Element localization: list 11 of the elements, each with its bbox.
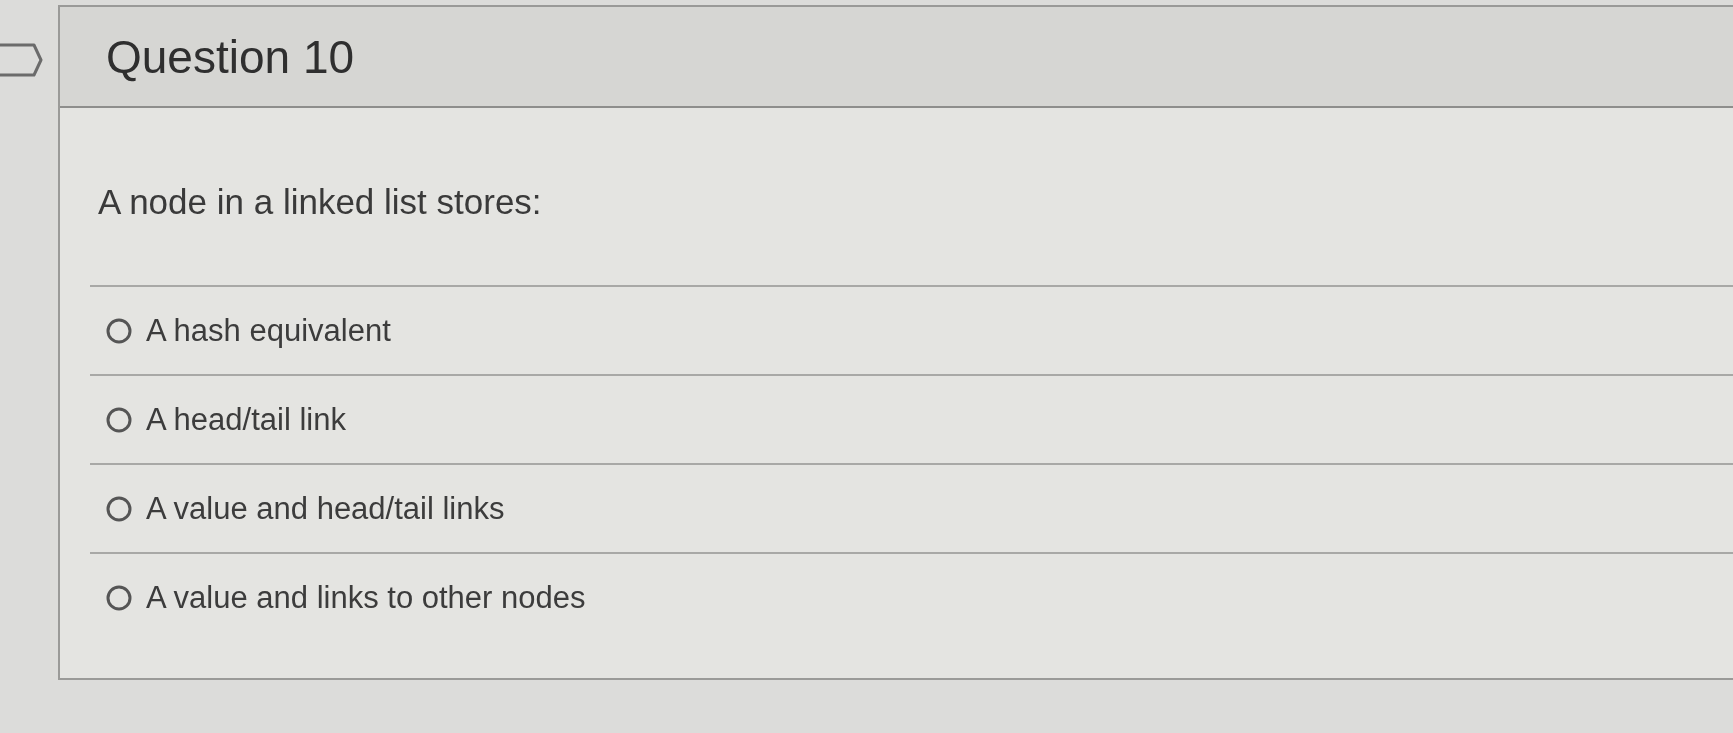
question-prompt: A node in a linked list stores:: [98, 184, 542, 219]
radio-icon[interactable]: [106, 584, 132, 611]
radio-icon[interactable]: [106, 317, 132, 344]
question-title: Question 10: [106, 33, 355, 80]
answer-option[interactable]: A value and links to other nodes: [106, 582, 586, 613]
answer-option[interactable]: A head/tail link: [106, 404, 346, 435]
answer-option[interactable]: A value and head/tail links: [106, 493, 505, 524]
radio-icon[interactable]: [106, 495, 132, 522]
flag-icon[interactable]: [0, 42, 44, 78]
answer-option[interactable]: A hash equivalent: [106, 315, 391, 346]
radio-icon[interactable]: [106, 406, 132, 433]
